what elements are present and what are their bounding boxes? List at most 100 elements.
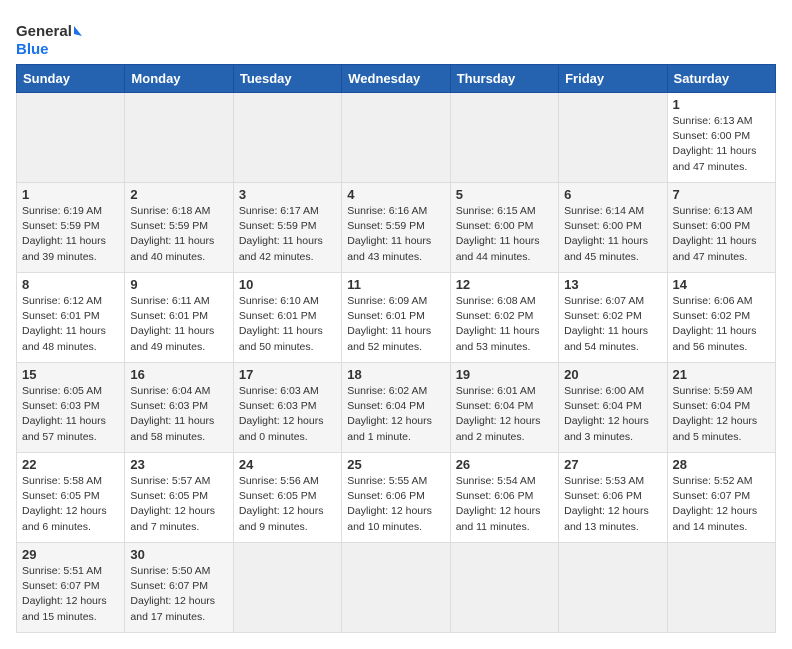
sunset-label: Sunset: 6:06 PM [347,490,425,502]
cell-content: Sunrise: 5:59 AM Sunset: 6:04 PM Dayligh… [673,384,770,445]
calendar-cell: 13 Sunrise: 6:07 AM Sunset: 6:02 PM Dayl… [559,273,667,363]
day-number: 8 [22,277,119,292]
sunset-label: Sunset: 6:01 PM [130,310,208,322]
day-number: 6 [564,187,661,202]
daylight-label: Daylight: 11 hours and 54 minutes. [564,325,648,352]
calendar-cell: 21 Sunrise: 5:59 AM Sunset: 6:04 PM Dayl… [667,363,775,453]
cell-content: Sunrise: 6:14 AM Sunset: 6:00 PM Dayligh… [564,204,661,265]
day-number: 25 [347,457,444,472]
sunrise-label: Sunrise: 6:02 AM [347,385,427,397]
header-row: SundayMondayTuesdayWednesdayThursdayFrid… [17,65,776,93]
daylight-label: Daylight: 11 hours and 39 minutes. [22,235,106,262]
daylight-label: Daylight: 11 hours and 58 minutes. [130,415,214,442]
week-row-4: 22 Sunrise: 5:58 AM Sunset: 6:05 PM Dayl… [17,453,776,543]
calendar-cell: 25 Sunrise: 5:55 AM Sunset: 6:06 PM Dayl… [342,453,450,543]
week-row-1: 1 Sunrise: 6:19 AM Sunset: 5:59 PM Dayli… [17,183,776,273]
day-number: 16 [130,367,227,382]
cell-content: Sunrise: 5:52 AM Sunset: 6:07 PM Dayligh… [673,474,770,535]
day-number: 13 [564,277,661,292]
sunset-label: Sunset: 6:04 PM [347,400,425,412]
sunrise-label: Sunrise: 6:00 AM [564,385,644,397]
svg-text:Blue: Blue [16,41,49,58]
day-number: 20 [564,367,661,382]
cell-content: Sunrise: 5:54 AM Sunset: 6:06 PM Dayligh… [456,474,553,535]
calendar-cell: 10 Sunrise: 6:10 AM Sunset: 6:01 PM Dayl… [233,273,341,363]
day-number: 29 [22,547,119,562]
daylight-label: Daylight: 12 hours and 13 minutes. [564,505,649,532]
sunset-label: Sunset: 6:00 PM [564,220,642,232]
calendar-cell: 12 Sunrise: 6:08 AM Sunset: 6:02 PM Dayl… [450,273,558,363]
day-number: 18 [347,367,444,382]
day-number: 26 [456,457,553,472]
calendar-cell: 24 Sunrise: 5:56 AM Sunset: 6:05 PM Dayl… [233,453,341,543]
sunrise-label: Sunrise: 6:01 AM [456,385,536,397]
calendar-cell: 16 Sunrise: 6:04 AM Sunset: 6:03 PM Dayl… [125,363,233,453]
day-number: 22 [22,457,119,472]
sunset-label: Sunset: 6:00 PM [673,220,751,232]
daylight-label: Daylight: 12 hours and 3 minutes. [564,415,649,442]
sunrise-label: Sunrise: 6:13 AM [673,115,753,127]
cell-content: Sunrise: 6:01 AM Sunset: 6:04 PM Dayligh… [456,384,553,445]
calendar-cell: 22 Sunrise: 5:58 AM Sunset: 6:05 PM Dayl… [17,453,125,543]
sunrise-label: Sunrise: 5:55 AM [347,475,427,487]
day-number: 17 [239,367,336,382]
calendar-cell: 29 Sunrise: 5:51 AM Sunset: 6:07 PM Dayl… [17,543,125,633]
cell-content: Sunrise: 5:55 AM Sunset: 6:06 PM Dayligh… [347,474,444,535]
sunset-label: Sunset: 6:07 PM [130,580,208,592]
week-row-0: 1 Sunrise: 6:13 AM Sunset: 6:00 PM Dayli… [17,93,776,183]
calendar-cell [342,543,450,633]
day-number: 1 [673,97,770,112]
calendar-cell [125,93,233,183]
daylight-label: Daylight: 11 hours and 40 minutes. [130,235,214,262]
cell-content: Sunrise: 6:16 AM Sunset: 5:59 PM Dayligh… [347,204,444,265]
daylight-label: Daylight: 11 hours and 45 minutes. [564,235,648,262]
day-number: 4 [347,187,444,202]
calendar-cell: 15 Sunrise: 6:05 AM Sunset: 6:03 PM Dayl… [17,363,125,453]
day-number: 9 [130,277,227,292]
sunset-label: Sunset: 6:03 PM [22,400,100,412]
calendar-cell [450,93,558,183]
calendar-cell: 26 Sunrise: 5:54 AM Sunset: 6:06 PM Dayl… [450,453,558,543]
calendar-cell [667,543,775,633]
sunrise-label: Sunrise: 6:18 AM [130,205,210,217]
day-number: 19 [456,367,553,382]
calendar-cell [342,93,450,183]
day-header-thursday: Thursday [450,65,558,93]
sunset-label: Sunset: 6:00 PM [673,130,751,142]
logo-svg: General Blue [16,16,86,60]
page-header: General Blue [16,16,776,60]
day-number: 7 [673,187,770,202]
cell-content: Sunrise: 6:11 AM Sunset: 6:01 PM Dayligh… [130,294,227,355]
sunset-label: Sunset: 6:07 PM [22,580,100,592]
day-header-monday: Monday [125,65,233,93]
week-row-2: 8 Sunrise: 6:12 AM Sunset: 6:01 PM Dayli… [17,273,776,363]
day-number: 23 [130,457,227,472]
sunrise-label: Sunrise: 5:58 AM [22,475,102,487]
sunset-label: Sunset: 6:06 PM [564,490,642,502]
cell-content: Sunrise: 6:18 AM Sunset: 5:59 PM Dayligh… [130,204,227,265]
day-number: 28 [673,457,770,472]
sunset-label: Sunset: 6:03 PM [130,400,208,412]
sunset-label: Sunset: 6:07 PM [673,490,751,502]
svg-text:General: General [16,23,72,40]
sunset-label: Sunset: 5:59 PM [22,220,100,232]
cell-content: Sunrise: 5:50 AM Sunset: 6:07 PM Dayligh… [130,564,227,625]
calendar-cell: 19 Sunrise: 6:01 AM Sunset: 6:04 PM Dayl… [450,363,558,453]
calendar-table: SundayMondayTuesdayWednesdayThursdayFrid… [16,64,776,633]
calendar-cell: 2 Sunrise: 6:18 AM Sunset: 5:59 PM Dayli… [125,183,233,273]
calendar-cell [450,543,558,633]
daylight-label: Daylight: 11 hours and 56 minutes. [673,325,757,352]
calendar-cell: 30 Sunrise: 5:50 AM Sunset: 6:07 PM Dayl… [125,543,233,633]
calendar-cell: 1 Sunrise: 6:19 AM Sunset: 5:59 PM Dayli… [17,183,125,273]
sunrise-label: Sunrise: 5:57 AM [130,475,210,487]
sunrise-label: Sunrise: 6:19 AM [22,205,102,217]
daylight-label: Daylight: 12 hours and 7 minutes. [130,505,215,532]
sunrise-label: Sunrise: 6:04 AM [130,385,210,397]
sunset-label: Sunset: 6:05 PM [130,490,208,502]
sunset-label: Sunset: 6:02 PM [456,310,534,322]
cell-content: Sunrise: 6:12 AM Sunset: 6:01 PM Dayligh… [22,294,119,355]
sunrise-label: Sunrise: 6:11 AM [130,295,209,307]
calendar-cell: 7 Sunrise: 6:13 AM Sunset: 6:00 PM Dayli… [667,183,775,273]
cell-content: Sunrise: 6:17 AM Sunset: 5:59 PM Dayligh… [239,204,336,265]
cell-content: Sunrise: 6:10 AM Sunset: 6:01 PM Dayligh… [239,294,336,355]
